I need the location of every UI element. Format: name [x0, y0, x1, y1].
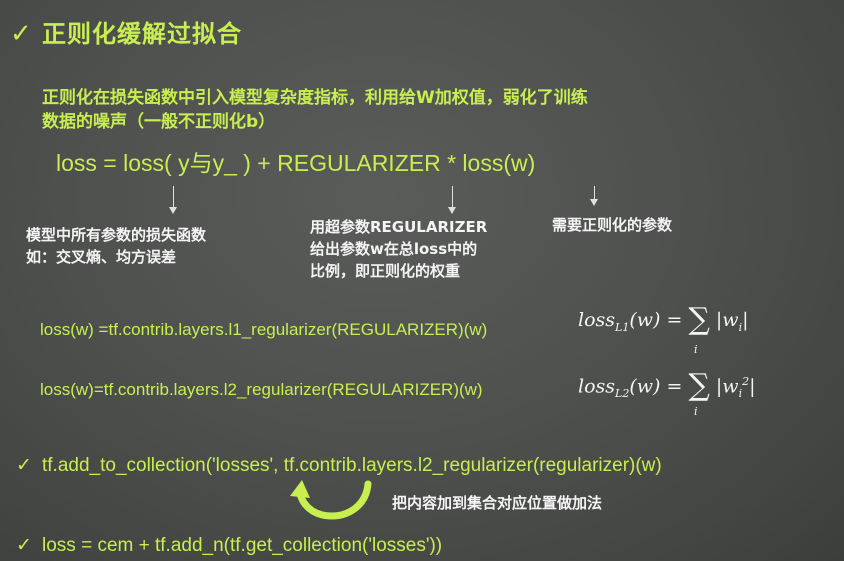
- note-loss-function-line-1: 模型中所有参数的损失函数: [26, 226, 207, 244]
- bullet-total-loss: ✓ loss = cem + tf.add_n(tf.get_collection…: [16, 532, 442, 559]
- note-regularizer-line-2: 给出参数w在总loss中的: [310, 240, 478, 258]
- l1-formula-rhs: |w: [715, 309, 739, 331]
- sigma-index: i: [694, 405, 698, 418]
- add-collection-code: tf.add_to_collection('losses', tf.contri…: [42, 455, 662, 476]
- sigma-icon: ∑: [688, 302, 710, 337]
- l2-formula-lhs: loss: [578, 375, 616, 398]
- intro-paragraph: 正则化在损失函数中引入模型复杂度指标，利用给W加权值，弱化了训练 数据的噪声（一…: [42, 86, 702, 134]
- l2-formula: lossL2(w) = ∑ i |wi2|: [578, 368, 756, 418]
- l1-formula-arg: (w) =: [629, 309, 689, 331]
- add-collection-note: 把内容加到集合对应位置做加法: [392, 494, 603, 512]
- curved-arrow-icon: [290, 480, 372, 520]
- l1-formula-rhs-end: |: [742, 309, 749, 331]
- sigma-index: i: [694, 343, 698, 356]
- loss-formula: loss = loss( y与y_ ) + REGULARIZER * loss…: [56, 150, 536, 176]
- l1-formula-sub: L1: [615, 320, 630, 334]
- arrow-down-icon: [448, 186, 456, 214]
- arrow-down-icon: [590, 186, 598, 206]
- check-icon: ✓: [16, 454, 32, 476]
- note-regularizer-line-1: 用超参数REGULARIZER: [310, 218, 488, 236]
- total-loss-code: loss = cem + tf.add_n(tf.get_collection(…: [42, 535, 443, 556]
- l1-regularizer-code: loss(w) =tf.contrib.layers.l1_regularize…: [40, 320, 488, 339]
- note-parameter: 需要正则化的参数: [552, 216, 673, 234]
- note-regularizer: 用超参数REGULARIZER 给出参数w在总loss中的 比例，即正则化的权重: [310, 216, 487, 282]
- intro-line-2: 数据的噪声（一般不正则化b）: [42, 112, 276, 132]
- slide-title: 正则化缓解过拟合: [42, 20, 242, 48]
- note-loss-function: 模型中所有参数的损失函数 如：交叉熵、均方误差: [26, 224, 206, 268]
- l2-formula-rhs-end: |: [749, 375, 756, 398]
- note-loss-function-line-2: 如：交叉熵、均方误差: [26, 248, 177, 266]
- note-regularizer-line-3: 比例，即正则化的权重: [310, 262, 461, 280]
- intro-line-1: 正则化在损失函数中引入模型复杂度指标，利用给W加权值，弱化了训练: [42, 88, 588, 108]
- l2-formula-sub: L2: [615, 387, 630, 401]
- l2-regularizer-code: loss(w)=tf.contrib.layers.l2_regularizer…: [40, 380, 483, 399]
- slide: ✓ 正则化缓解过拟合 正则化在损失函数中引入模型复杂度指标，利用给W加权值，弱化…: [0, 0, 844, 561]
- l1-formula: lossL1(w) = ∑ i |wi|: [578, 302, 749, 357]
- check-icon: ✓: [16, 534, 32, 556]
- l1-formula-lhs: loss: [578, 309, 616, 331]
- sigma-icon: ∑: [688, 368, 710, 404]
- arrow-down-icon: [169, 186, 177, 214]
- title-check-icon: ✓: [10, 19, 32, 49]
- bullet-add-collection: ✓ tf.add_to_collection('losses', tf.contr…: [16, 452, 662, 479]
- l2-formula-arg: (w) =: [629, 375, 689, 398]
- l2-formula-rhs-sub: i: [738, 387, 743, 401]
- l2-formula-rhs: |w: [715, 375, 739, 398]
